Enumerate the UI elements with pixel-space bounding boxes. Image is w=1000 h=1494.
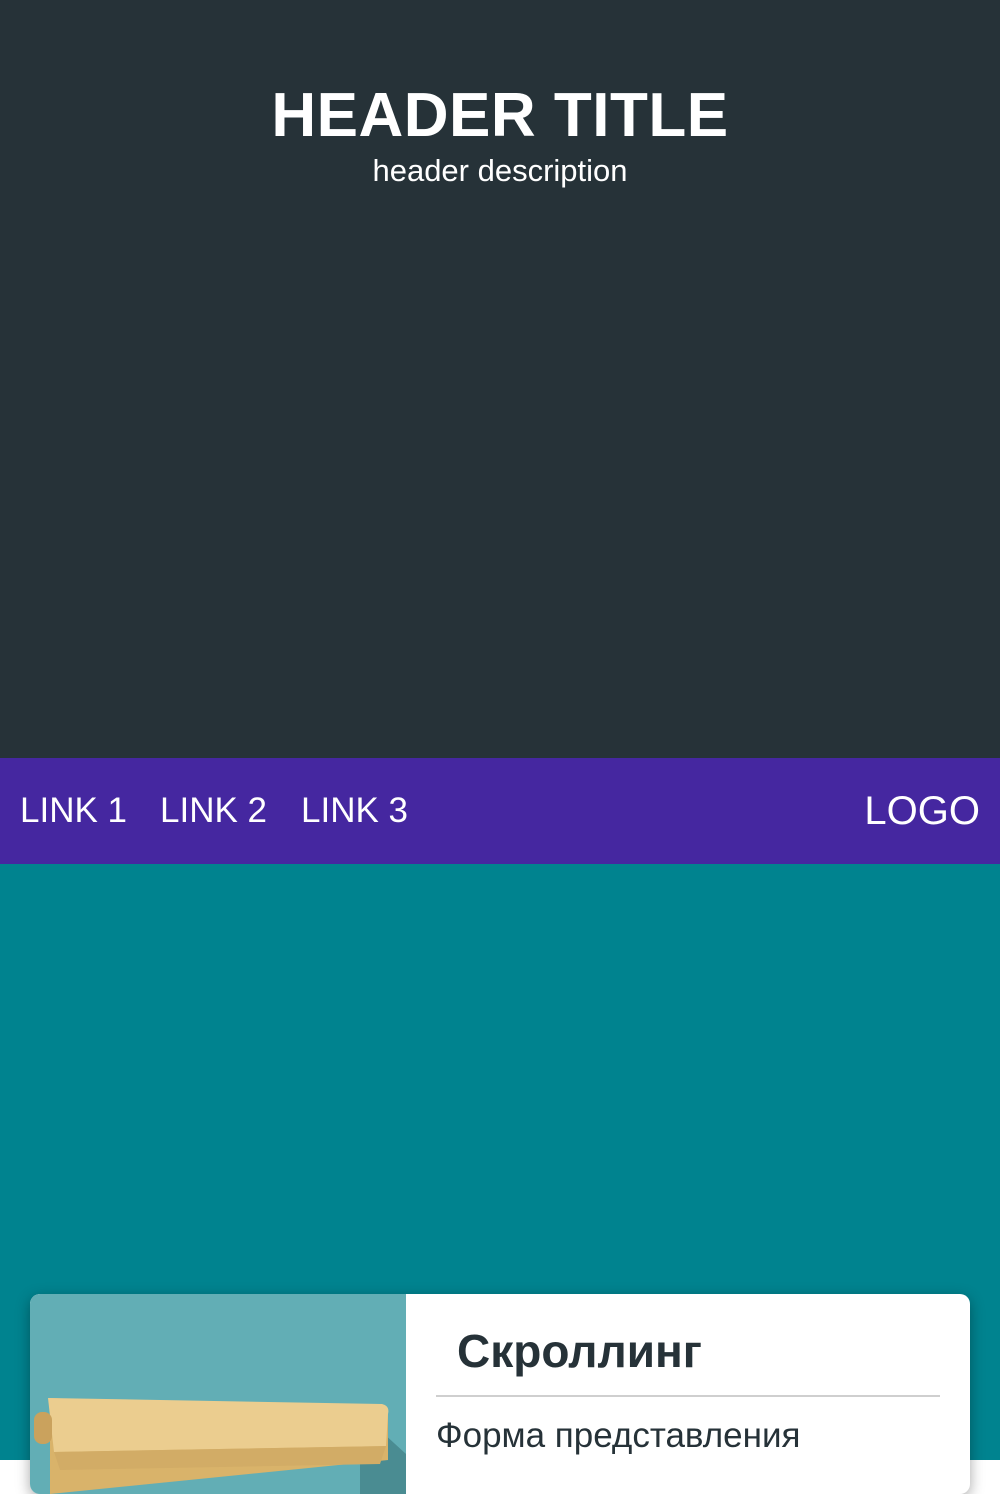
card-title: Скроллинг <box>457 1325 702 1377</box>
main-content: Скроллинг Форма представления <box>0 864 1000 1494</box>
article-card[interactable]: Скроллинг Форма представления <box>30 1294 970 1494</box>
navbar: LINK 1 LINK 2 LINK 3 LOGO <box>0 758 1000 864</box>
header-description: header description <box>372 153 628 188</box>
logo[interactable]: LOGO <box>864 784 980 838</box>
card-text: Форма представления <box>436 1416 801 1455</box>
nav-link-3[interactable]: LINK 3 <box>301 786 408 836</box>
header-title: HEADER TITLE <box>271 81 729 150</box>
nav-link-2[interactable]: LINK 2 <box>160 786 267 836</box>
page-header: HEADER TITLE header description <box>0 0 1000 758</box>
card-divider <box>436 1395 940 1397</box>
card-image <box>30 1294 406 1494</box>
nav-link-1[interactable]: LINK 1 <box>20 786 127 836</box>
scroll-icon <box>34 1398 406 1494</box>
